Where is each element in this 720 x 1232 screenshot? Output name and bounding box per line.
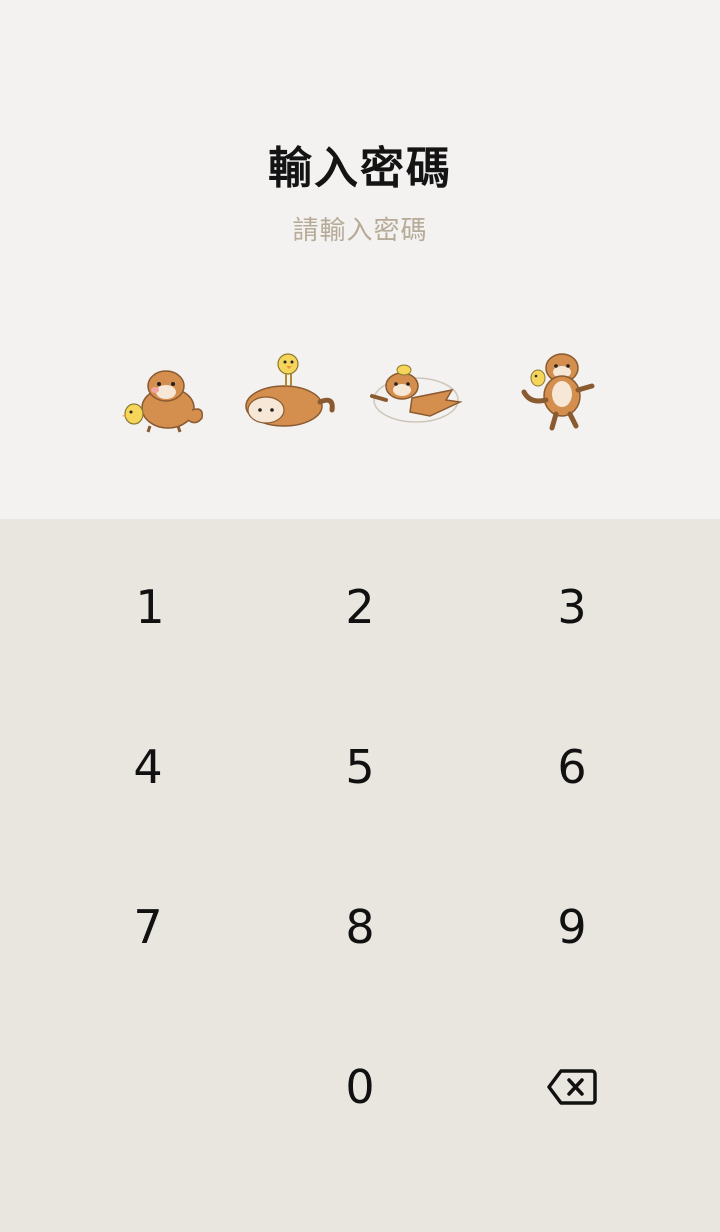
- key-6[interactable]: 6: [472, 697, 672, 837]
- key-9[interactable]: 9: [472, 857, 672, 997]
- otter-bowing-with-chick-sticker-icon: [245, 353, 335, 427]
- otter-with-chick-sticker-icon: [122, 370, 204, 433]
- key-7[interactable]: 7: [48, 857, 248, 997]
- key-3[interactable]: 3: [472, 537, 672, 677]
- passcode-slot-1: [112, 352, 208, 442]
- passcode-slot-3: [368, 356, 464, 446]
- key-0[interactable]: 0: [260, 1017, 460, 1157]
- page-title: 輸入密碼: [268, 143, 452, 194]
- otter-spinning-sticker-icon: [370, 364, 463, 423]
- page-subtitle: 請輸入密碼: [292, 216, 428, 246]
- key-1[interactable]: 1: [50, 537, 250, 677]
- key-8[interactable]: 8: [260, 857, 460, 997]
- passcode-slot-4: [512, 348, 608, 438]
- backspace-button[interactable]: [472, 1017, 672, 1157]
- numeric-keypad: 1 2 3 4 5 6 7 8 9 0: [0, 519, 720, 1232]
- key-2[interactable]: 2: [260, 537, 460, 677]
- key-4[interactable]: 4: [48, 697, 248, 837]
- key-5[interactable]: 5: [260, 697, 460, 837]
- otter-jumping-with-chick-sticker-icon: [521, 353, 595, 431]
- passcode-slot-2: [240, 346, 336, 436]
- key-empty: [48, 1017, 248, 1157]
- passcode-header-area: 輸入密碼 請輸入密碼: [0, 0, 720, 519]
- backspace-icon: [547, 1069, 597, 1105]
